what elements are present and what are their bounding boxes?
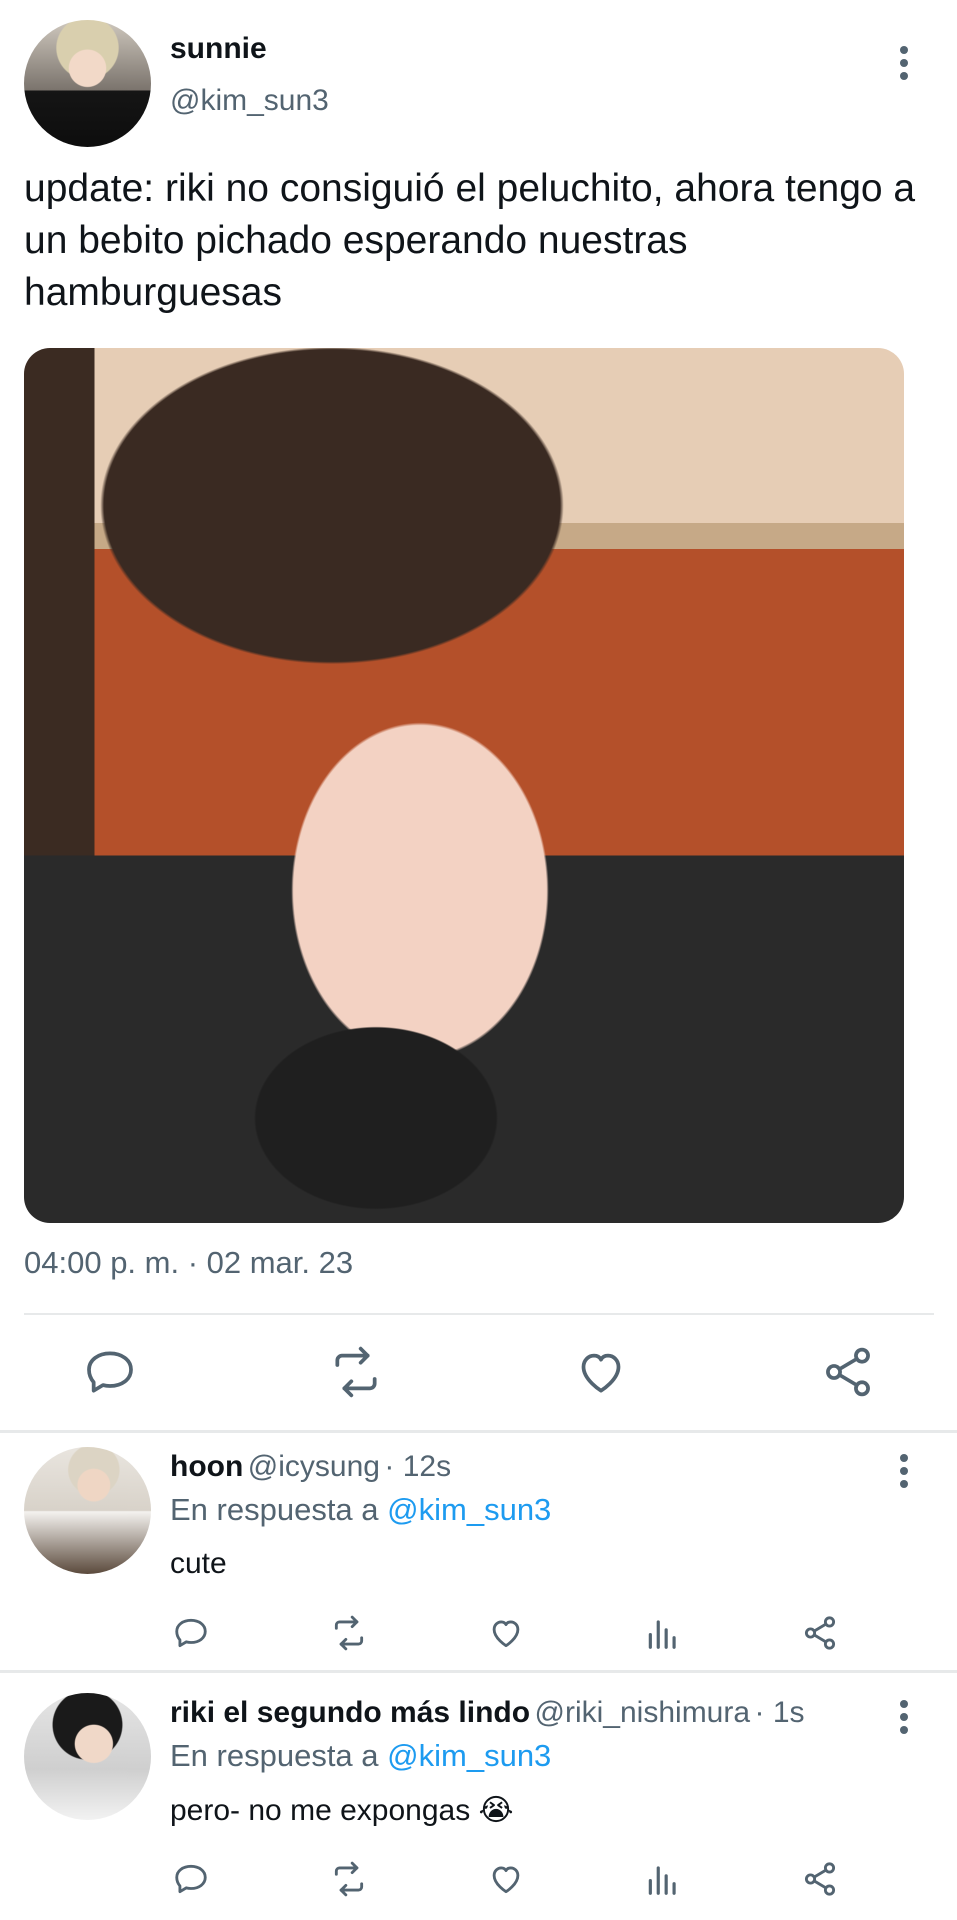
reply-header: hoon @icysung · 12s [170, 1450, 451, 1484]
author-name[interactable]: sunnie [170, 32, 267, 66]
retweet-icon[interactable] [328, 1344, 384, 1400]
share-icon[interactable] [801, 1860, 839, 1898]
reply-time: · 12s [384, 1450, 452, 1483]
tweet-timestamp[interactable]: 04:00 p. m. · 02 mar. 23 [24, 1245, 353, 1281]
analytics-icon[interactable] [644, 1614, 682, 1652]
reply-icon[interactable] [82, 1344, 138, 1400]
retweet-icon[interactable] [330, 1860, 368, 1898]
more-options-icon[interactable] [899, 1454, 909, 1490]
reply-avatar[interactable] [24, 1447, 151, 1574]
reply-avatar[interactable] [24, 1693, 151, 1820]
mention-link[interactable]: @kim_sun3 [387, 1738, 551, 1773]
divider [24, 1313, 934, 1315]
divider [0, 1430, 957, 1433]
like-icon[interactable] [573, 1344, 629, 1400]
reply-author-handle[interactable]: @riki_nishimura [535, 1696, 751, 1729]
reply-icon[interactable] [172, 1860, 210, 1898]
reply-text: cute [170, 1547, 227, 1580]
share-icon[interactable] [820, 1344, 876, 1400]
analytics-icon[interactable] [644, 1860, 682, 1898]
reply-text: pero- no me expongas 😭 [170, 1794, 514, 1827]
reply-author-name[interactable]: riki el segundo más lindo [170, 1696, 530, 1729]
reply-context: En respuesta a @kim_sun3 [170, 1738, 551, 1774]
author-handle[interactable]: @kim_sun3 [170, 84, 329, 118]
reply-context: En respuesta a @kim_sun3 [170, 1492, 551, 1528]
more-options-icon[interactable] [899, 46, 909, 82]
retweet-icon[interactable] [330, 1614, 368, 1652]
like-icon[interactable] [487, 1860, 525, 1898]
reply-author-name[interactable]: hoon [170, 1450, 243, 1483]
divider [0, 1670, 957, 1673]
share-icon[interactable] [801, 1614, 839, 1652]
tweet-photo[interactable] [24, 348, 904, 1223]
like-icon[interactable] [487, 1614, 525, 1652]
reply-author-handle[interactable]: @icysung [248, 1450, 380, 1483]
tweet-text: update: riki no consiguió el peluchito, … [24, 167, 916, 314]
reply-prefix: En respuesta a [170, 1738, 379, 1773]
author-avatar[interactable] [24, 20, 151, 147]
mention-link[interactable]: @kim_sun3 [387, 1492, 551, 1527]
reply-icon[interactable] [172, 1614, 210, 1652]
reply-time: · 1s [754, 1696, 805, 1729]
more-options-icon[interactable] [899, 1700, 909, 1736]
reply-prefix: En respuesta a [170, 1492, 379, 1527]
reply-header: riki el segundo más lindo @riki_nishimur… [170, 1696, 805, 1730]
